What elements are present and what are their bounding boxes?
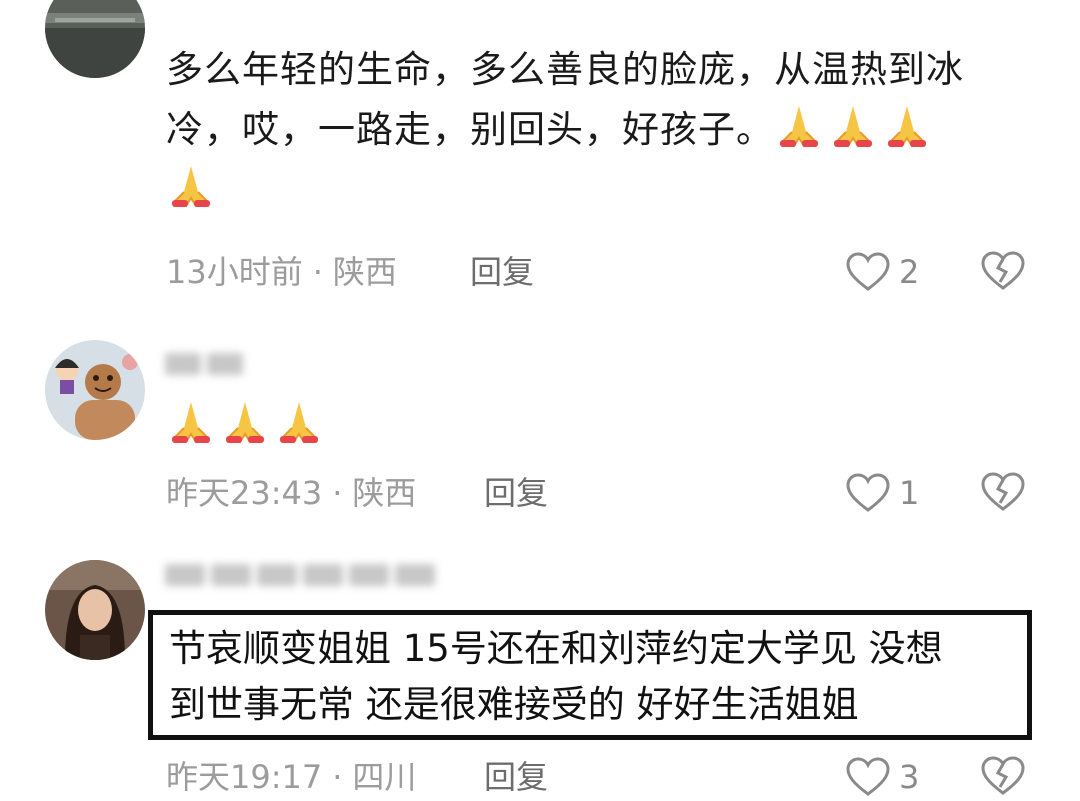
folded-hands-emoji-icon (274, 398, 324, 444)
broken-heart-icon (981, 472, 1025, 511)
highlighted-comment-box: 节哀顺变姐姐 15号还在和刘萍约定大学见 没想 到世事无常 还是很难接受的 好好… (148, 610, 1032, 740)
comment-text-line: 节哀顺变姐姐 15号还在和刘萍约定大学见 没想 (169, 627, 943, 670)
comment-time: 13小时前 (166, 253, 303, 291)
comment-meta: 昨天23:43 · 陕西 (166, 473, 416, 513)
comment-item-1: 多么年轻的生命，多么善良的脸庞，从温热到冰 冷，哎，一路走，别回头，好孩子。 1… (0, 0, 1080, 330)
comment-location: 陕西 (332, 253, 397, 291)
folded-hands-emoji-icon (220, 398, 270, 444)
comment-text-line (166, 160, 1046, 220)
comment-time: 昨天23:43 (166, 474, 323, 512)
username-blurred[interactable] (165, 353, 249, 383)
meta-separator: · (312, 253, 323, 291)
comment-text: 节哀顺变姐姐 15号还在和刘萍约定大学见 没想 到世事无常 还是很难接受的 好好… (169, 621, 1029, 733)
meta-separator: · (332, 758, 343, 796)
comment-text (166, 396, 1046, 456)
like-button[interactable]: 3 (845, 755, 919, 799)
avatar[interactable] (45, 340, 145, 440)
folded-hands-emoji-icon (774, 102, 824, 148)
meta-separator: · (332, 474, 343, 512)
comment-text-line: 冷，哎，一路走，别回头，好孩子。 (166, 100, 1046, 160)
comment-text-segment: 冷，哎，一路走，别回头，好孩子。 (166, 108, 774, 151)
avatar[interactable] (45, 0, 145, 78)
folded-hands-emoji-icon (166, 162, 216, 208)
like-count: 3 (899, 758, 920, 796)
like-count: 1 (899, 474, 920, 512)
dislike-button[interactable] (980, 250, 1026, 292)
avatar[interactable] (45, 560, 145, 660)
comment-location: 四川 (352, 758, 417, 796)
heart-outline-icon (846, 757, 890, 796)
heart-outline-icon (846, 252, 890, 291)
avatar-image (45, 0, 145, 78)
avatar-image (45, 340, 145, 440)
like-button[interactable]: 2 (845, 250, 919, 294)
broken-heart-icon (981, 251, 1025, 290)
comment-text-line: 多么年轻的生命，多么善良的脸庞，从温热到冰 (166, 48, 964, 91)
reply-button[interactable]: 回复 (470, 252, 534, 292)
like-count: 2 (899, 253, 920, 291)
comment-text-line (166, 396, 1046, 456)
folded-hands-emoji-icon (882, 102, 932, 148)
comment-location: 陕西 (352, 474, 417, 512)
folded-hands-emoji-icon (166, 398, 216, 444)
comment-meta: 13小时前 · 陕西 (166, 252, 397, 292)
comment-meta: 昨天19:17 · 四川 (166, 757, 416, 797)
dislike-button[interactable] (980, 755, 1026, 797)
avatar-image (45, 560, 145, 660)
comment-text-line: 到世事无常 还是很难接受的 好好生活姐姐 (169, 683, 859, 726)
comment-time: 昨天19:17 (166, 758, 323, 796)
dislike-button[interactable] (980, 471, 1026, 513)
comment-text: 多么年轻的生命，多么善良的脸庞，从温热到冰 冷，哎，一路走，别回头，好孩子。 (166, 40, 1046, 220)
reply-button[interactable]: 回复 (484, 757, 548, 797)
comment-item-2: 昨天23:43 · 陕西 回复 1 (0, 330, 1080, 550)
reply-button[interactable]: 回复 (484, 473, 548, 513)
broken-heart-icon (981, 756, 1025, 795)
folded-hands-emoji-icon (828, 102, 878, 148)
username-blurred[interactable] (165, 564, 441, 594)
like-button[interactable]: 1 (845, 471, 919, 515)
heart-outline-icon (846, 473, 890, 512)
